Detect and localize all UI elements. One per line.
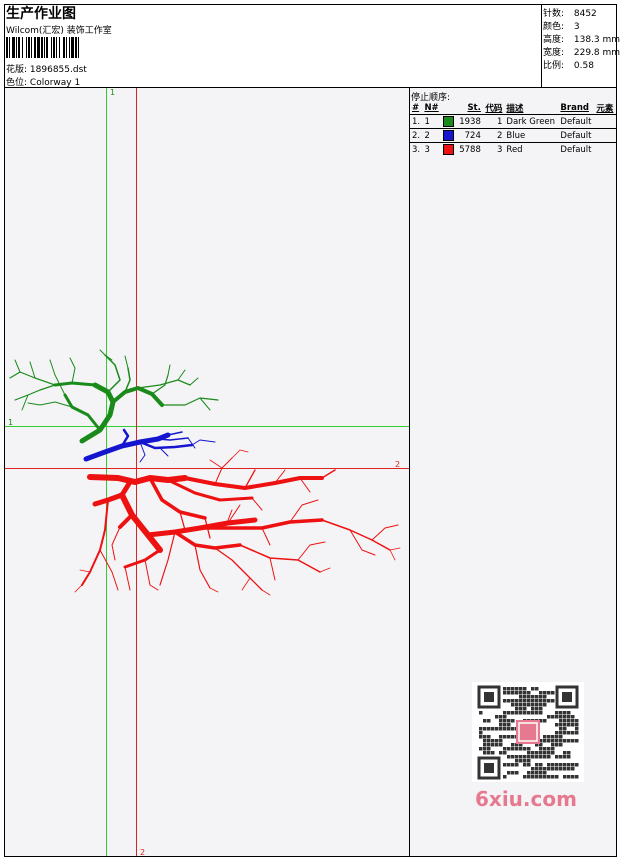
branch-blue xyxy=(83,428,216,463)
column-header-code: 代码 xyxy=(485,103,503,114)
column-header-brand: Brand xyxy=(560,102,589,113)
color-swatch xyxy=(443,144,455,155)
table-row: 3. 3 5788 3 Red Default xyxy=(410,142,616,157)
column-header-stitches: St. xyxy=(467,102,481,113)
stop-sequence-table: # N# St. 代码 描述 Brand 元素 1. 1 1938 1 Dark… xyxy=(410,101,616,156)
table-row: 1. 1 1938 1 Dark Green Default xyxy=(410,114,616,129)
column-header-element: 元素 xyxy=(596,103,614,114)
color-swatch xyxy=(443,116,455,127)
color-swatch xyxy=(443,130,455,141)
column-header-index: # xyxy=(412,102,420,113)
column-header-description: 描述 xyxy=(506,103,524,114)
column-header-needle: N# xyxy=(424,102,439,113)
branch-green xyxy=(9,349,219,444)
watermark-logo: 6xiu.com xyxy=(475,787,577,811)
branch-red xyxy=(74,449,401,596)
table-row: 2. 2 724 2 Blue Default xyxy=(410,128,616,143)
qr-code-watermark xyxy=(472,682,584,782)
